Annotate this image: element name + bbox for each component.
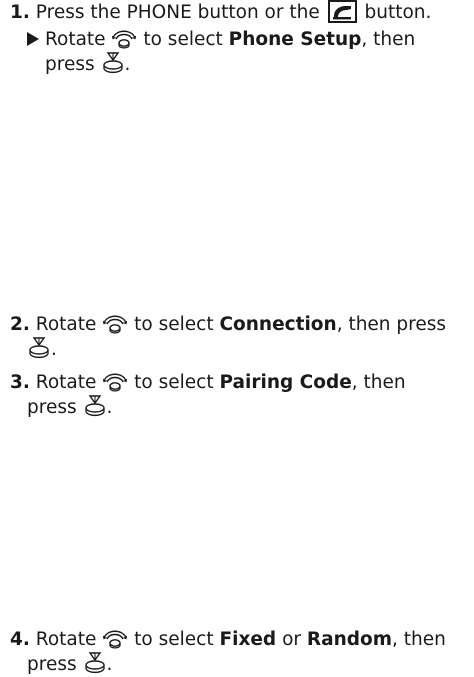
press-selector-icon: [27, 337, 51, 359]
step-text: Rotate: [35, 314, 97, 335]
step-text: or: [282, 629, 301, 650]
selector-dial-icon: [111, 27, 137, 49]
option-random: Random: [306, 629, 393, 650]
step-text: press: [27, 654, 77, 675]
step-text: to select: [134, 314, 214, 335]
step-1: 1. Press the PHONE button or the button.: [10, 0, 472, 25]
selector-dial-icon: [102, 370, 128, 392]
option-fixed: Fixed: [219, 629, 277, 650]
step-text: .: [106, 397, 113, 418]
arrow-right-icon: [27, 32, 39, 46]
substep-text: Rotate: [45, 29, 106, 50]
step-4: 4. Rotate to select Fixed or Random, the…: [10, 627, 472, 677]
step-number: 3.: [10, 372, 30, 393]
step-text: press: [27, 397, 77, 418]
step-text: .: [51, 339, 57, 360]
step-text: Press the PHONE button or the: [35, 2, 320, 23]
step-2: 2. Rotate to select Connection, then pre…: [10, 312, 472, 362]
phone-button-icon: [327, 0, 357, 23]
menu-item-pairing-code: Pairing Code: [219, 372, 352, 393]
step-text: , then: [351, 372, 406, 393]
step-3: 3. Rotate to select Pairing Code, then p…: [10, 370, 472, 420]
selector-dial-icon: [102, 627, 128, 649]
step-text: Rotate: [35, 372, 97, 393]
substep-text: .: [124, 54, 131, 75]
selector-dial-icon: [102, 312, 128, 334]
step-text: , then press: [336, 314, 447, 335]
step-number: 1.: [10, 2, 30, 23]
step-1-substep: Rotate to select Phone Setup, then press…: [27, 27, 472, 77]
step-text: to select: [134, 629, 214, 650]
step-text: Rotate: [35, 629, 97, 650]
press-selector-icon: [83, 395, 107, 417]
substep-text: press: [45, 54, 95, 75]
step-text: button.: [364, 2, 432, 23]
substep-text: to select: [143, 29, 223, 50]
step-number: 2.: [10, 314, 30, 335]
step-text: , then: [392, 629, 446, 650]
substep-text: , then: [361, 29, 416, 50]
press-selector-icon: [101, 52, 125, 74]
menu-item-phone-setup: Phone Setup: [228, 29, 362, 50]
step-text: .: [106, 654, 113, 675]
step-text: to select: [134, 372, 214, 393]
step-number: 4.: [10, 629, 30, 650]
press-selector-icon: [83, 652, 107, 674]
menu-item-connection: Connection: [219, 314, 337, 335]
